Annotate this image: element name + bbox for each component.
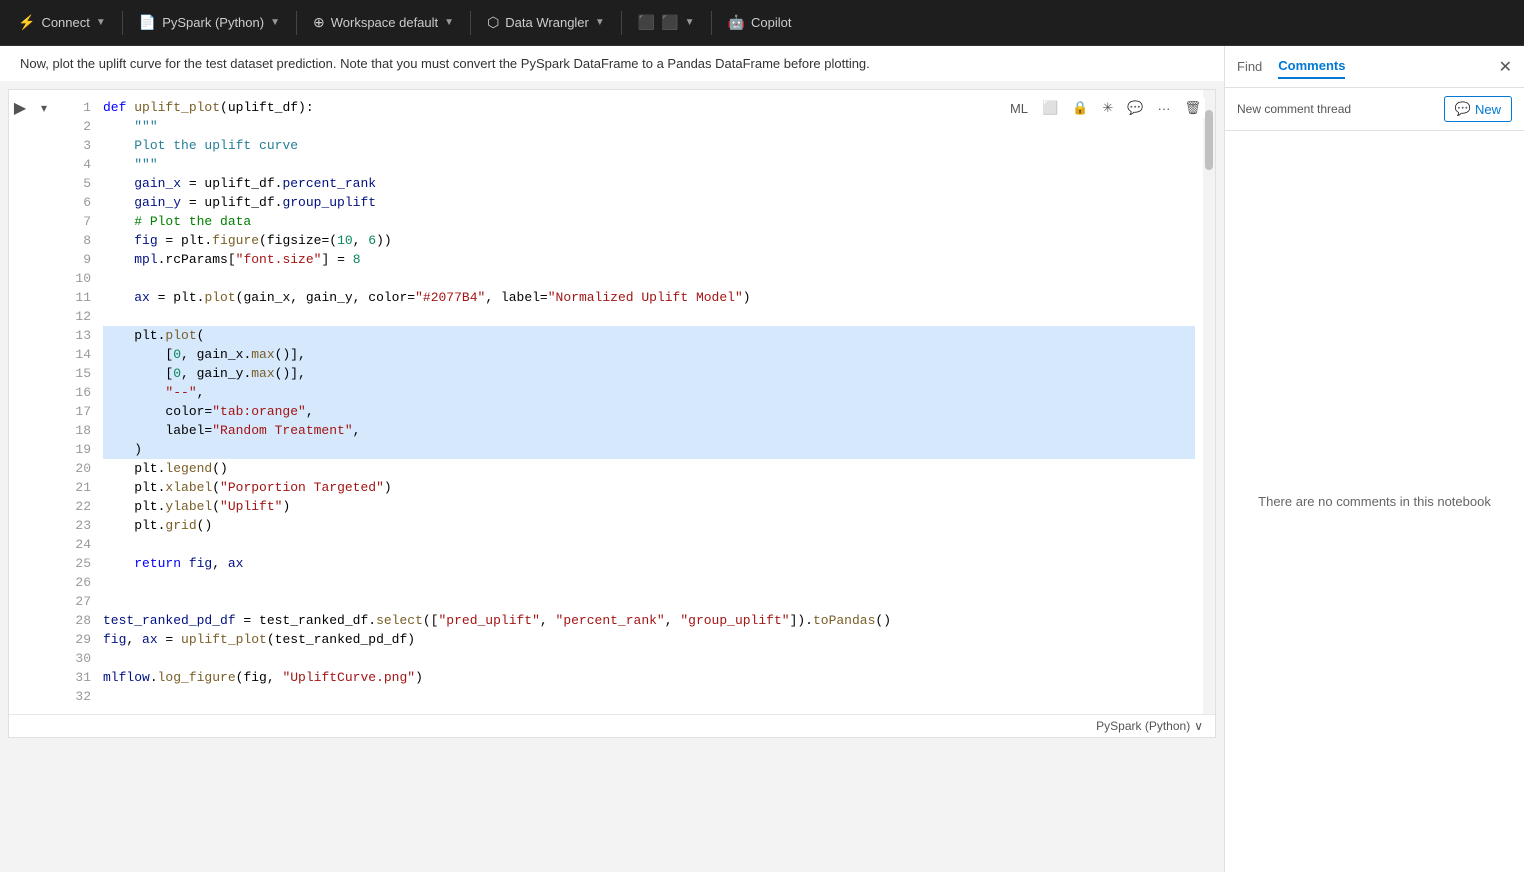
code-line-5: gain_x = uplift_df.percent_rank [103, 174, 1195, 193]
empty-comments-message: There are no comments in this notebook [1258, 494, 1491, 509]
code-line-12 [103, 307, 1195, 326]
code-line-28: test_ranked_pd_df = test_ranked_df.selec… [103, 611, 1195, 630]
extra-button[interactable]: ⬛ ⬛ ▼ [628, 10, 705, 35]
tab-find[interactable]: Find [1237, 55, 1262, 78]
code-line-8: fig = plt.figure(figsize=(10, 6)) [103, 231, 1195, 250]
workspace-icon: ⊕ [313, 14, 325, 31]
kernel-status-label: PySpark (Python) [1096, 719, 1190, 733]
connect-icon: ⚡ [18, 14, 35, 31]
copilot-label: Copilot [751, 15, 791, 30]
code-line-31: mlflow.log_figure(fig, "UpliftCurve.png"… [103, 668, 1195, 687]
code-line-32 [103, 687, 1195, 706]
connect-chevron-icon: ▼ [96, 17, 106, 28]
code-line-26 [103, 573, 1195, 592]
layout-icon: ⬛ [638, 14, 655, 31]
main-toolbar: ⚡ Connect ▼ 📄 PySpark (Python) ▼ ⊕ Works… [0, 0, 1524, 46]
vscode-icon: ⬛ [661, 14, 678, 31]
code-line-6: gain_y = uplift_df.group_uplift [103, 193, 1195, 212]
main-container: Now, plot the uplift curve for the test … [0, 46, 1524, 872]
code-line-11: ax = plt.plot(gain_x, gain_y, color="#20… [103, 288, 1195, 307]
divider-5 [711, 11, 712, 35]
code-line-16: "--", [103, 383, 1195, 402]
code-line-24 [103, 535, 1195, 554]
divider-2 [296, 11, 297, 35]
code-line-29: fig, ax = uplift_plot(test_ranked_pd_df) [103, 630, 1195, 649]
ml-button[interactable]: ML [1006, 99, 1032, 118]
code-line-21: plt.xlabel("Porportion Targeted") [103, 478, 1195, 497]
new-comment-button[interactable]: 💬 New [1444, 96, 1512, 122]
workspace-selector[interactable]: ⊕ Workspace default ▼ [303, 10, 464, 35]
cell-toggle-button[interactable]: ⬜ [1038, 98, 1062, 118]
workspace-chevron-icon: ▼ [444, 17, 454, 28]
code-line-23: plt.grid() [103, 516, 1195, 535]
notebook-scroll-area[interactable]: ML ⬜ 🔒 ✳ 💬 ··· 🗑 ▶ ▾ [0, 81, 1224, 872]
run-cell-button[interactable]: ▶ [9, 96, 31, 120]
code-line-19: ) [103, 440, 1195, 459]
notebook-area: Now, plot the uplift curve for the test … [0, 46, 1224, 872]
datawrangler-chevron-icon: ▼ [595, 17, 605, 28]
code-line-3: Plot the uplift curve [103, 136, 1195, 155]
kernel-label: PySpark (Python) [162, 15, 264, 30]
delete-button[interactable]: 🗑 [1180, 98, 1205, 118]
divider-3 [470, 11, 471, 35]
cell-toolbar: ML ⬜ 🔒 ✳ 💬 ··· 🗑 [1006, 98, 1205, 118]
new-comment-icon: 💬 [1455, 101, 1471, 117]
copilot-icon: 🤖 [728, 14, 745, 31]
lock-button[interactable]: 🔒 [1068, 98, 1092, 118]
code-line-10 [103, 269, 1195, 288]
asterisk-button[interactable]: ✳ [1098, 98, 1117, 118]
comments-empty-state: There are no comments in this notebook [1225, 131, 1524, 872]
close-button[interactable]: ✕ [1499, 57, 1512, 77]
code-cell: ML ⬜ 🔒 ✳ 💬 ··· 🗑 ▶ ▾ [8, 89, 1216, 738]
more-button[interactable]: ··· [1153, 99, 1174, 118]
kernel-selector[interactable]: 📄 PySpark (Python) ▼ [129, 10, 290, 35]
code-line-14: [0, gain_x.max()], [103, 345, 1195, 364]
code-line-9: mpl.rcParams["font.size"] = 8 [103, 250, 1195, 269]
scrollbar-thumb[interactable] [1205, 110, 1213, 170]
code-line-2: """ [103, 117, 1195, 136]
right-panel-header: Find Comments ✕ [1225, 46, 1524, 88]
new-comment-label: New comment thread [1237, 102, 1444, 116]
cell-run-area: ▶ ▾ [9, 90, 55, 714]
line-numbers: 1 2 3 4 5 6 7 8 9 10 11 12 13 14 [55, 90, 99, 714]
code-line-25: return fig, ax [103, 554, 1195, 573]
copilot-button[interactable]: 🤖 Copilot [718, 10, 802, 35]
extra-chevron-icon: ▼ [685, 17, 695, 28]
datawrangler-icon: ⬡ [487, 14, 499, 31]
divider-1 [122, 11, 123, 35]
status-chevron-icon[interactable]: ∨ [1194, 719, 1203, 733]
code-line-13: plt.plot( [103, 326, 1195, 345]
code-line-18: label="Random Treatment", [103, 421, 1195, 440]
cell-top: ML ⬜ 🔒 ✳ 💬 ··· 🗑 ▶ ▾ [9, 90, 1215, 714]
code-line-17: color="tab:orange", [103, 402, 1195, 421]
comment-action-bar: New comment thread 💬 New [1225, 88, 1524, 131]
workspace-label: Workspace default [331, 15, 438, 30]
connect-button[interactable]: ⚡ Connect ▼ [8, 10, 116, 35]
code-line-7: # Plot the data [103, 212, 1195, 231]
code-line-22: plt.ylabel("Uplift") [103, 497, 1195, 516]
new-comment-btn-label: New [1475, 102, 1501, 117]
datawrangler-label: Data Wrangler [505, 15, 589, 30]
expand-button[interactable]: ▾ [33, 96, 55, 120]
description-text: Now, plot the uplift curve for the test … [0, 46, 1224, 81]
code-line-4: """ [103, 155, 1195, 174]
vertical-scrollbar[interactable] [1203, 90, 1215, 714]
divider-4 [621, 11, 622, 35]
kernel-icon: 📄 [139, 14, 156, 31]
kernel-chevron-icon: ▼ [270, 17, 280, 28]
cell-status-bar: PySpark (Python) ∨ [9, 714, 1215, 737]
code-line-27 [103, 592, 1195, 611]
code-line-15: [0, gain_y.max()], [103, 364, 1195, 383]
right-panel: Find Comments ✕ New comment thread 💬 New… [1224, 46, 1524, 872]
connect-label: Connect [41, 15, 89, 30]
datawrangler-button[interactable]: ⬡ Data Wrangler ▼ [477, 10, 615, 35]
code-line-20: plt.legend() [103, 459, 1195, 478]
code-line-30 [103, 649, 1195, 668]
comment-button[interactable]: 💬 [1123, 98, 1147, 118]
tab-comments[interactable]: Comments [1278, 54, 1345, 79]
code-content[interactable]: def uplift_plot(uplift_df): """ Plot the… [99, 90, 1203, 714]
